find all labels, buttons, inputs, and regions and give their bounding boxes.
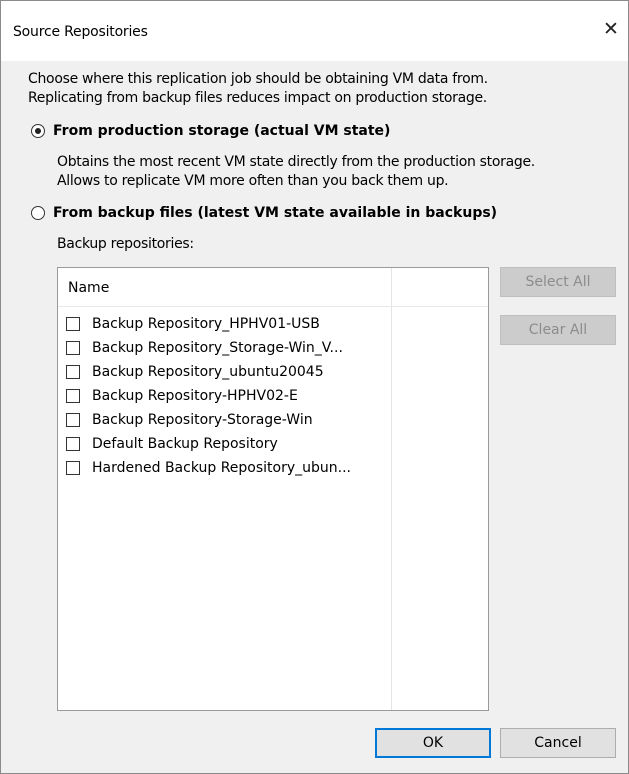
radio-button-backup[interactable]	[31, 206, 45, 220]
repository-name: Backup Repository-Storage-Win	[92, 412, 313, 428]
repository-checkbox[interactable]	[66, 461, 80, 475]
intro-line-1: Choose where this replication job should…	[28, 71, 488, 87]
header-divider	[58, 306, 488, 307]
repository-name: Default Backup Repository	[92, 436, 278, 452]
intro-line-2: Replicating from backup files reduces im…	[28, 90, 487, 106]
repository-checkbox[interactable]	[66, 341, 80, 355]
list-item[interactable]: Backup Repository_Storage-Win_V...	[66, 336, 351, 360]
radio-production-label[interactable]: From production storage (actual VM state…	[53, 123, 390, 139]
clear-all-button[interactable]: Clear All	[500, 315, 616, 345]
list-item[interactable]: Backup Repository_ubuntu20045	[66, 360, 351, 384]
production-desc-line-2: Allows to replicate VM more often than y…	[57, 173, 449, 189]
repository-name: Backup Repository_HPHV01-USB	[92, 316, 320, 332]
repository-name: Backup Repository_ubuntu20045	[92, 364, 324, 380]
backup-repositories-label: Backup repositories:	[57, 236, 194, 252]
radio-production-storage[interactable]: From production storage (actual VM state…	[31, 123, 390, 139]
list-item[interactable]: Default Backup Repository	[66, 432, 351, 456]
list-item[interactable]: Hardened Backup Repository_ubun...	[66, 456, 351, 480]
repository-checkbox[interactable]	[66, 317, 80, 331]
repository-checkbox[interactable]	[66, 413, 80, 427]
select-all-button[interactable]: Select All	[500, 267, 616, 297]
repository-name: Backup Repository_Storage-Win_V...	[92, 340, 343, 356]
repository-checkbox[interactable]	[66, 365, 80, 379]
cancel-button[interactable]: Cancel	[500, 728, 616, 758]
column-divider	[391, 268, 392, 710]
repository-checkbox[interactable]	[66, 389, 80, 403]
repository-checkbox[interactable]	[66, 437, 80, 451]
repository-name: Backup Repository-HPHV02-E	[92, 388, 298, 404]
repository-name: Hardened Backup Repository_ubun...	[92, 460, 352, 476]
radio-backup-files[interactable]: From backup files (latest VM state avail…	[31, 205, 497, 221]
list-item[interactable]: Backup Repository-Storage-Win	[66, 408, 351, 432]
radio-button-production[interactable]	[31, 124, 45, 138]
list-item[interactable]: Backup Repository_HPHV01-USB	[66, 312, 351, 336]
production-desc-line-1: Obtains the most recent VM state directl…	[57, 154, 535, 170]
source-repositories-dialog: Source Repositories ✕ Choose where this …	[0, 0, 629, 774]
title-bar: Source Repositories ✕	[1, 1, 628, 61]
dialog-title: Source Repositories	[13, 24, 148, 40]
list-item[interactable]: Backup Repository-HPHV02-E	[66, 384, 351, 408]
repository-rows: Backup Repository_HPHV01-USB Backup Repo…	[66, 312, 351, 480]
close-icon[interactable]: ✕	[599, 17, 623, 41]
radio-backup-label[interactable]: From backup files (latest VM state avail…	[53, 205, 497, 221]
column-header-name[interactable]: Name	[68, 280, 109, 296]
repositories-list[interactable]: Name Backup Repository_HPHV01-USB Backup…	[57, 267, 489, 711]
ok-button[interactable]: OK	[375, 728, 491, 758]
